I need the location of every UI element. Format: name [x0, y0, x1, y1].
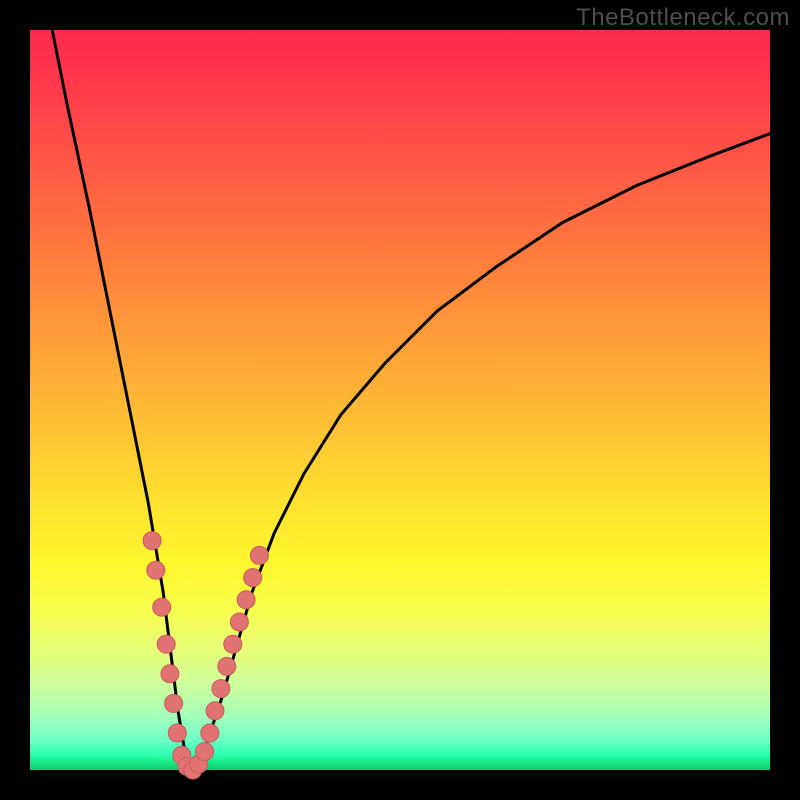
data-point [212, 680, 230, 698]
data-point [237, 591, 255, 609]
data-point [165, 694, 183, 712]
data-point [224, 635, 242, 653]
data-point [161, 665, 179, 683]
data-point [143, 532, 161, 550]
data-point [168, 724, 186, 742]
data-point [206, 702, 224, 720]
curve-layer [30, 30, 770, 770]
data-point [153, 598, 171, 616]
data-point [201, 724, 219, 742]
data-point [147, 561, 165, 579]
chart-frame: TheBottleneck.com [0, 0, 800, 800]
data-point [244, 569, 262, 587]
plot-area [30, 30, 770, 770]
bottleneck-curve [52, 30, 770, 770]
watermark-text: TheBottleneck.com [576, 4, 790, 32]
bottleneck-curve-path [52, 30, 770, 770]
data-point [196, 743, 214, 761]
data-point [157, 635, 175, 653]
data-point [230, 613, 248, 631]
data-point [218, 657, 236, 675]
data-point [250, 546, 268, 564]
